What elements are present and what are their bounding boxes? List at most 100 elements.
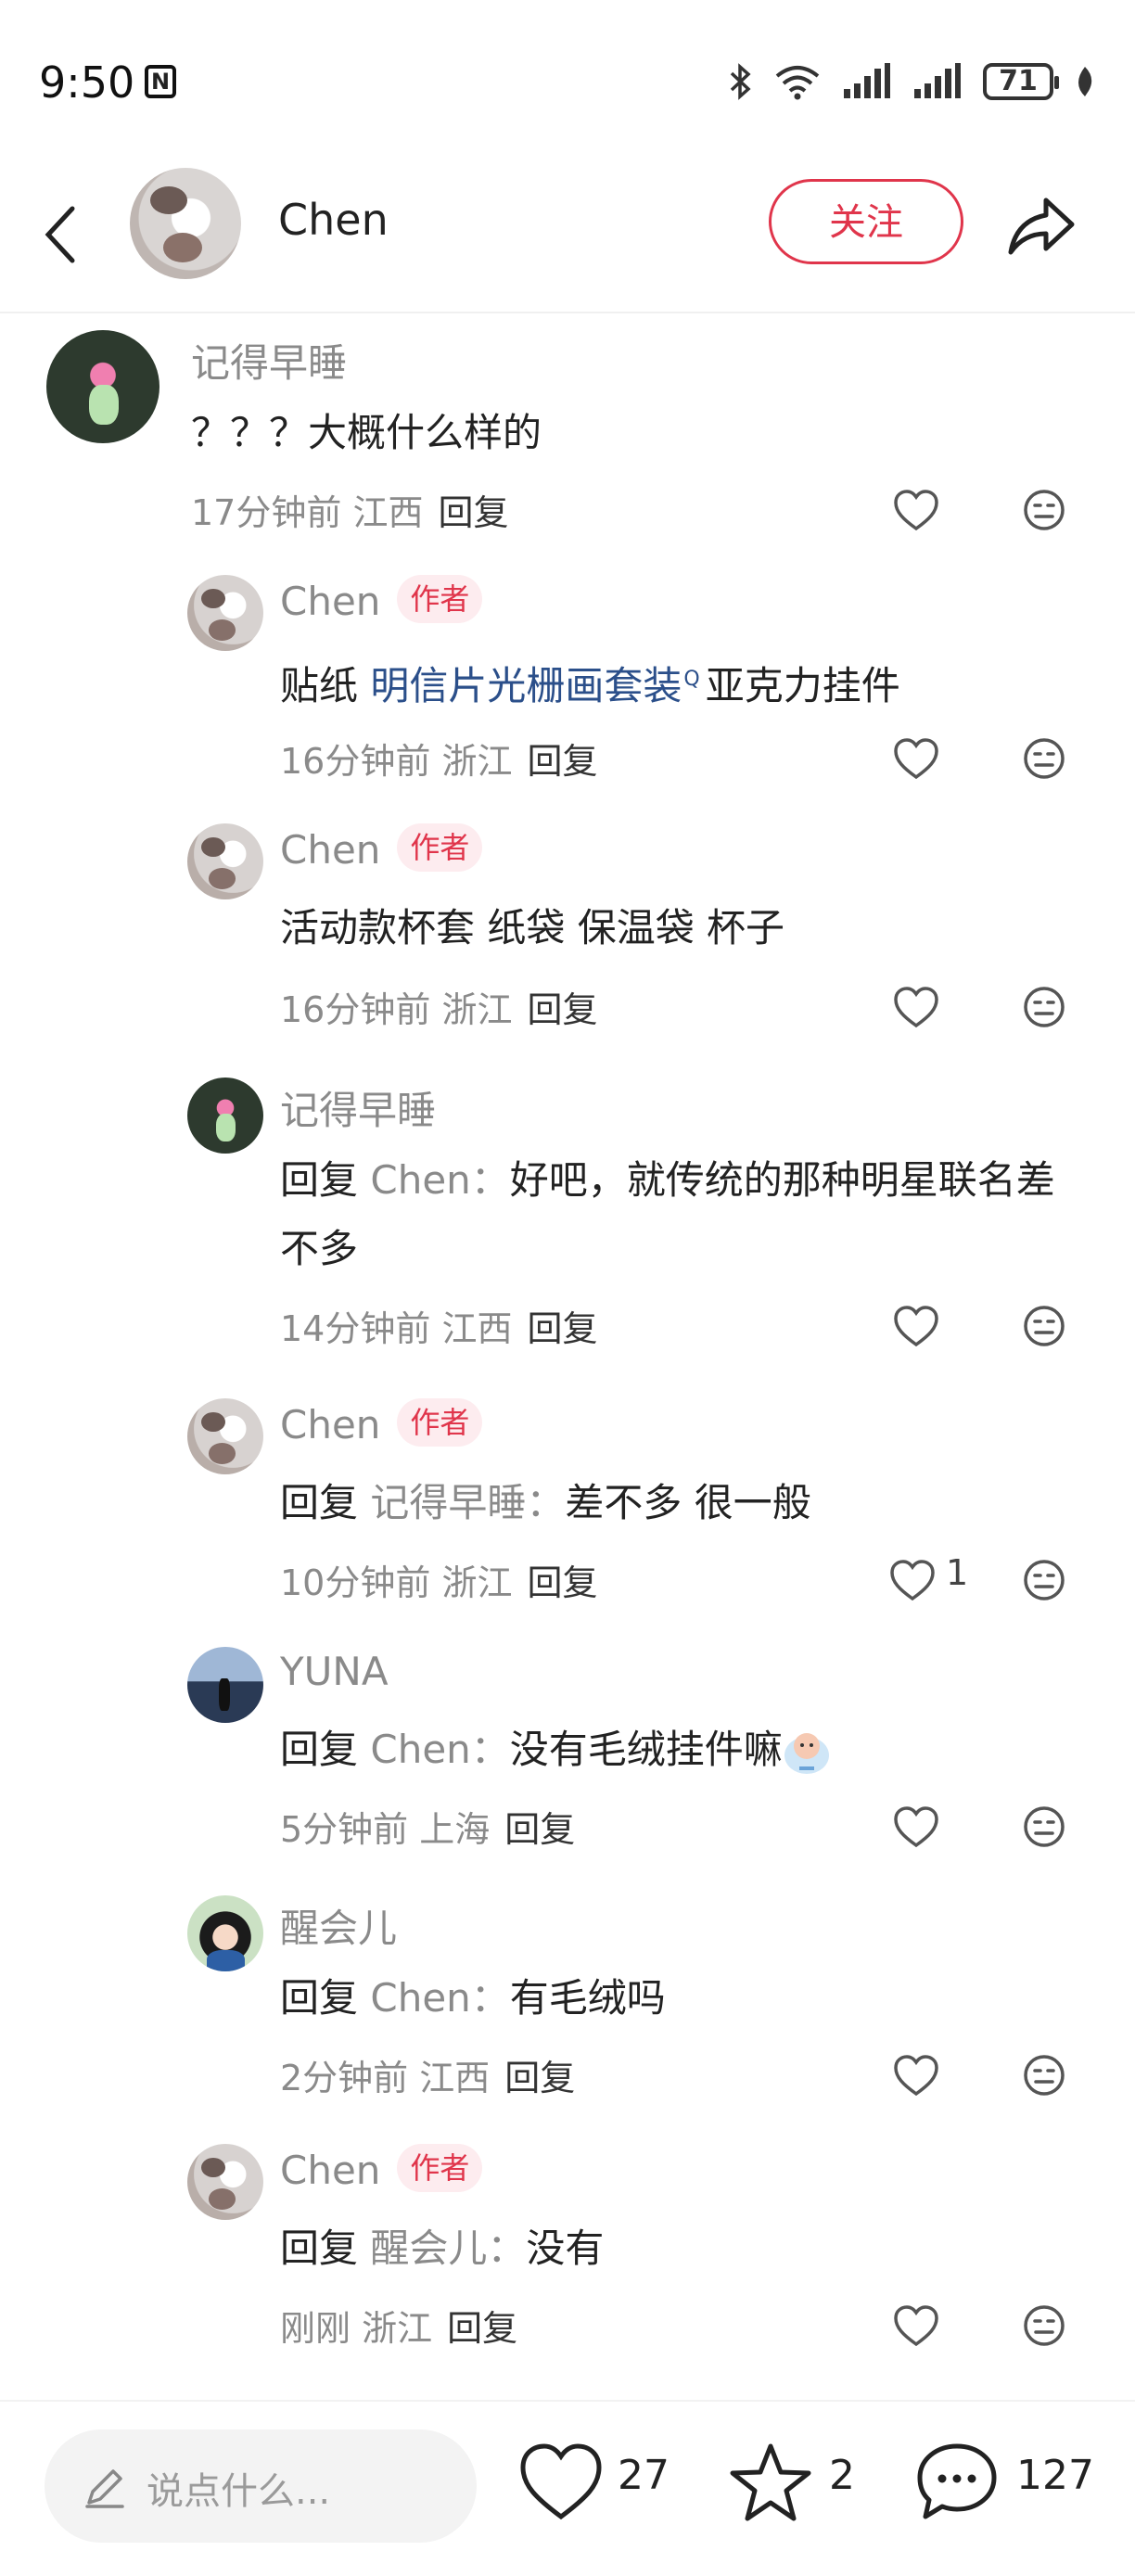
comment-text[interactable]: 回复 Chen：好吧，就传统的那种明星联名差不多	[280, 1146, 1068, 1283]
reply-button[interactable]: 回复	[527, 989, 597, 1030]
avatar[interactable]	[187, 1078, 263, 1154]
comment-username[interactable]: Chen 作者	[280, 574, 483, 629]
author-avatar[interactable]	[130, 168, 241, 279]
reply-prefix: 回复	[280, 1157, 359, 1203]
star-icon[interactable]	[729, 2442, 812, 2522]
meh-face-icon[interactable]	[1022, 1558, 1066, 1602]
comment-input-placeholder: 说点什么...	[147, 2470, 331, 2513]
heart-icon[interactable]	[894, 1306, 938, 1346]
comment-meta: 16分钟前 浙江 回复	[280, 733, 597, 784]
author-badge: 作者	[397, 574, 483, 623]
comment-body: 亚克力挂件	[705, 663, 900, 708]
meh-face-icon[interactable]	[1022, 488, 1066, 532]
comment-body: 没有	[526, 2225, 605, 2271]
reply-item: Chen 作者 活动款杯套 纸袋 保温袋 杯子 16分钟前 浙江 回复	[0, 810, 1135, 1059]
comment-item: 记得早睡 ？？？大概什么样的 17分钟前 江西 回复	[0, 312, 1135, 553]
comment-location: 浙江	[441, 741, 513, 782]
comment-input[interactable]: 说点什么...	[45, 2429, 477, 2543]
reply-button[interactable]: 回复	[527, 1562, 597, 1603]
reply-target[interactable]: 记得早睡：	[370, 1480, 565, 1525]
avatar[interactable]	[187, 823, 263, 899]
follow-button[interactable]: 关注	[769, 179, 963, 264]
comment-location: 浙江	[441, 989, 513, 1030]
status-icons: 71	[729, 61, 1096, 102]
reply-button[interactable]: 回复	[527, 1308, 597, 1349]
heart-icon[interactable]	[894, 987, 938, 1027]
reply-target[interactable]: 醒会儿：	[370, 2225, 526, 2271]
comment-location: 江西	[419, 2058, 491, 2098]
author-name[interactable]: Chen	[278, 195, 389, 245]
heart-icon[interactable]	[894, 2305, 938, 2346]
comment-body: 贴纸	[280, 663, 371, 708]
comment-text[interactable]: 回复 Chen：有毛绒吗	[280, 1964, 1135, 2033]
bottom-action-bar: 说点什么... 27 2 127	[0, 2400, 1135, 2576]
meh-face-icon[interactable]	[1022, 736, 1066, 781]
username-text: Chen	[280, 2148, 381, 2193]
heart-icon[interactable]	[890, 1560, 935, 1600]
comment-body: ？？？大概什么样的	[191, 410, 542, 455]
reply-button[interactable]: 回复	[527, 741, 597, 782]
author-badge: 作者	[397, 2143, 483, 2192]
comment-text[interactable]: 回复 Chen：没有毛绒挂件嘛	[280, 1715, 1135, 1784]
avatar[interactable]	[187, 2144, 263, 2220]
comment-username[interactable]: 醒会儿	[280, 1897, 397, 1954]
comment-location: 江西	[352, 492, 424, 533]
comment-time: 14分钟前	[280, 1308, 431, 1349]
username-text: Chen	[280, 1402, 381, 1447]
comment-username[interactable]: 记得早睡	[191, 332, 347, 389]
reply-button[interactable]: 回复	[447, 2308, 517, 2349]
reply-button[interactable]: 回复	[504, 2058, 575, 2098]
comment-username[interactable]: Chen 作者	[280, 2143, 483, 2198]
share-icon[interactable]	[1003, 187, 1078, 261]
avatar[interactable]	[187, 1647, 263, 1723]
heart-icon[interactable]	[894, 738, 938, 779]
comment-bubble-icon[interactable]	[916, 2442, 998, 2522]
reply-target[interactable]: Chen：	[370, 1157, 509, 1203]
avatar[interactable]	[187, 1895, 263, 1971]
reply-button[interactable]: 回复	[504, 1809, 575, 1850]
signal-icon	[914, 63, 961, 98]
reply-item: YUNA 回复 Chen：没有毛绒挂件嘛 5分钟前 上海 回复	[0, 1628, 1135, 1877]
author-badge: 作者	[397, 823, 483, 872]
post-header: Chen 关注	[0, 158, 1135, 313]
heart-icon[interactable]	[894, 2055, 938, 2096]
avatar[interactable]	[187, 575, 263, 651]
avatar[interactable]	[187, 1398, 263, 1474]
comment-username[interactable]: Chen 作者	[280, 823, 483, 877]
reply-prefix: 回复	[280, 1727, 359, 1772]
comment-body: 有毛绒吗	[509, 1975, 666, 2021]
comment-time: 10分钟前	[280, 1562, 431, 1603]
reply-button[interactable]: 回复	[438, 492, 508, 533]
comment-location: 上海	[419, 1809, 491, 1850]
meh-face-icon[interactable]	[1022, 1304, 1066, 1348]
heart-icon[interactable]	[519, 2442, 603, 2520]
product-link[interactable]: 明信片光栅画套装	[370, 663, 682, 708]
comment-meta: 10分钟前 浙江 回复	[280, 1554, 597, 1605]
comment-username[interactable]: Chen 作者	[280, 1397, 483, 1452]
heart-icon[interactable]	[894, 1806, 938, 1847]
comment-text[interactable]: 回复 醒会儿：没有	[280, 2214, 1135, 2283]
avatar[interactable]	[46, 330, 159, 443]
comment-username[interactable]: YUNA	[280, 1649, 389, 1694]
comment-text[interactable]: 贴纸 明信片光栅画套装Q 亚克力挂件	[280, 645, 1135, 721]
meh-face-icon[interactable]	[1022, 2303, 1066, 2348]
meh-face-icon[interactable]	[1022, 985, 1066, 1029]
nfc-icon: N	[145, 65, 176, 98]
status-time: 9:50	[39, 57, 135, 108]
reply-target[interactable]: Chen：	[370, 1975, 509, 2021]
comment-text[interactable]: 活动款杯套 纸袋 保温袋 杯子	[280, 894, 1135, 963]
meh-face-icon[interactable]	[1022, 2053, 1066, 2098]
reply-prefix: 回复	[280, 1480, 359, 1525]
heart-icon[interactable]	[894, 490, 938, 530]
comment-text[interactable]: ？？？大概什么样的	[191, 399, 1100, 467]
meh-face-icon[interactable]	[1022, 1804, 1066, 1849]
comment-username[interactable]: 记得早睡	[280, 1079, 436, 1136]
comment-count: 127	[1016, 2452, 1094, 2499]
comment-time: 5分钟前	[280, 1809, 409, 1850]
comment-time: 16分钟前	[280, 989, 431, 1030]
search-icon: Q	[683, 668, 700, 691]
comment-text[interactable]: 回复 记得早睡：差不多 很一般	[280, 1469, 1135, 1537]
back-button[interactable]	[41, 193, 96, 276]
comment-time: 刚刚	[280, 2308, 351, 2349]
reply-target[interactable]: Chen：	[370, 1727, 509, 1772]
